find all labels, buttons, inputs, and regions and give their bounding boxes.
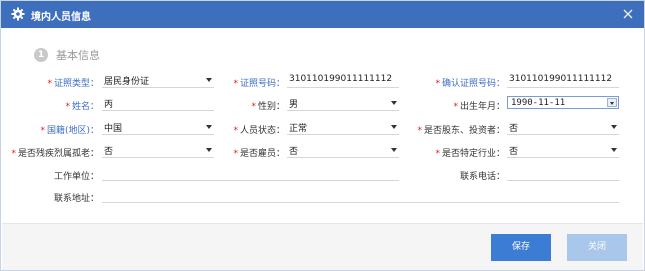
chevron-down-icon xyxy=(391,101,397,105)
employer-input[interactable] xyxy=(102,166,399,181)
gender-label: * 性别： xyxy=(251,102,285,112)
employer-label: 工作单位： xyxy=(53,172,99,182)
id-number-label: * 证照号码： xyxy=(233,79,285,89)
section-title: 基本信息 xyxy=(56,49,100,62)
dialog-titlebar: 境内人员信息 xyxy=(1,1,644,28)
name-label: * 姓名： xyxy=(65,102,99,112)
chevron-down-icon xyxy=(391,125,397,129)
nationality-select[interactable]: 中国 xyxy=(102,120,214,135)
shareholder-select[interactable]: 否 xyxy=(507,120,619,135)
employee-select[interactable]: 否 xyxy=(287,143,399,158)
birth-date-input[interactable]: 1990-11-11 xyxy=(507,96,619,109)
chevron-down-icon xyxy=(206,148,212,152)
id-number-input[interactable]: 310110199011111112 xyxy=(287,73,399,88)
close-icon[interactable] xyxy=(622,8,634,20)
section-number: 1 xyxy=(34,48,48,62)
chevron-down-icon xyxy=(611,148,617,152)
id-type-select[interactable]: 居民身份证 xyxy=(102,73,214,88)
employee-label: * 是否雇员： xyxy=(233,149,285,159)
status-select[interactable]: 正常 xyxy=(287,120,399,135)
disabled-select[interactable]: 否 xyxy=(102,143,214,158)
person-info-dialog: 境内人员信息 1 基本信息 * 证照类型： 居民身份证 * 证照号码： 310110… xyxy=(0,0,645,271)
chevron-down-icon xyxy=(206,125,212,129)
calendar-dropdown-button[interactable] xyxy=(607,98,617,107)
close-button[interactable]: 关闭 xyxy=(567,234,627,261)
gender-select[interactable]: 男 xyxy=(287,96,399,111)
status-label: * 人员状态： xyxy=(233,126,285,136)
gear-icon xyxy=(11,7,25,21)
chevron-down-icon xyxy=(611,125,617,129)
chevron-down-icon xyxy=(391,148,397,152)
dialog-title: 境内人员信息 xyxy=(31,12,91,23)
chevron-down-icon xyxy=(206,78,212,82)
phone-input[interactable] xyxy=(507,166,619,181)
confirm-id-number-label: * 确认证照号码： xyxy=(435,79,505,89)
shareholder-label: * 是否股东、投资者： xyxy=(417,126,505,136)
phone-label: 联系电话： xyxy=(459,172,505,182)
special-industry-select[interactable]: 否 xyxy=(507,143,619,158)
name-input[interactable]: 丙 xyxy=(102,96,214,111)
birth-label: * 出生年月： xyxy=(453,102,505,112)
save-button[interactable]: 保存 xyxy=(491,234,551,261)
dialog-footer: 保存 关闭 xyxy=(2,223,643,270)
confirm-id-number-input[interactable]: 310110199011111112 xyxy=(507,73,619,88)
id-type-label: * 证照类型： xyxy=(47,79,99,89)
disabled-label: * 是否残疾烈属孤老： xyxy=(11,149,99,159)
nationality-label: * 国籍(地区)： xyxy=(40,126,99,136)
address-input[interactable] xyxy=(102,188,619,203)
special-industry-label: * 是否特定行业： xyxy=(435,149,505,159)
address-label: 联系地址： xyxy=(53,194,99,204)
